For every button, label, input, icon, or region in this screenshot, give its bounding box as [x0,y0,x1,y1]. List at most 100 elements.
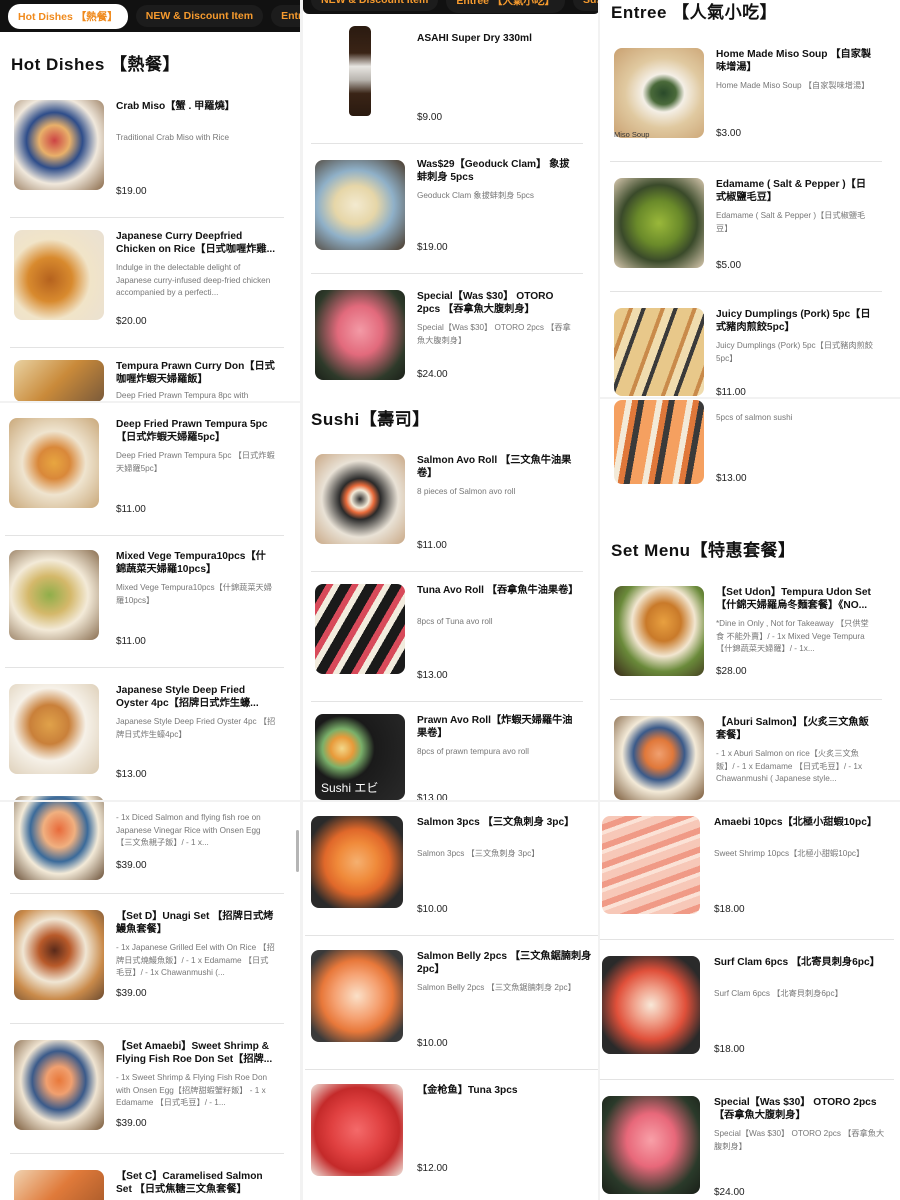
item-name: Special【Was $30】 OTORO 2pcs 【吞拿魚大腹刺身】 [714,1097,877,1121]
item-name: 【Set Udon】Tempura Udon Set【什錦天婦羅烏冬麵套餐】《N… [716,587,871,611]
food-image [14,1040,104,1130]
item-price: $11.00 [116,636,146,647]
item-price: $9.00 [417,112,443,123]
item-description: Deep Fried Prawn Tempura 5pc 【日式炸蝦天婦羅5pc… [116,451,275,473]
item-description: Home Made Miso Soup 【自家製味增湯】 [716,81,870,90]
item-description: Traditional Crab Miso with Rice [116,133,229,142]
menu-card[interactable]: Surf Clam 6pcs 【北寄貝刺身6pc】 Surf Clam 6pcs… [600,942,894,1080]
menu-card[interactable]: 【Set D】Unagi Set 【招牌日式烤鰻魚套餐】 - 1x Japane… [10,896,284,1024]
food-image [614,178,704,268]
item-name: Crab Miso【蟹 . 甲羅燒】 [116,101,235,112]
menu-card[interactable]: 【金枪鱼】Tuna 3pcs $12.00 [305,1070,600,1200]
menu-card[interactable]: Prawn Avo Roll【炸蝦天婦羅牛油果卷】 8pcs of prawn … [311,700,583,804]
menu-card[interactable]: Miso Soup Home Made Miso Soup 【自家製味增湯】 H… [610,34,882,162]
menu-card[interactable]: Crab Miso【蟹 . 甲羅燒】 Traditional Crab Miso… [10,86,284,218]
item-name: Salmon Belly 2pcs 【三文魚鋸腩刺身 2pc】 [417,951,592,975]
item-price: $10.00 [417,1038,448,1049]
item-price: $19.00 [417,242,448,253]
food-image [614,586,704,676]
section-title-sushi: Sushi【壽司】 [311,410,430,429]
right-panel: Entree 【人氣小吃】 Miso Soup Home Made Miso S… [600,0,900,1200]
tab-new-discount[interactable]: NEW & Discount Item [135,5,264,27]
item-price: $13.00 [116,769,147,780]
menu-card[interactable]: Edamame ( Salt & Pepper )【日式椒鹽毛豆】 Edamam… [610,164,882,292]
item-description: 8 pieces of Salmon avo roll [417,487,516,496]
food-image [602,1096,700,1194]
food-image [602,956,700,1054]
section-title-entree: Entree 【人氣小吃】 [611,3,778,22]
scrollbar-thumb[interactable] [296,830,299,872]
item-name: Japanese Style Deep Fried Oyster 4pc【招牌日… [116,685,259,709]
item-price: $11.00 [417,540,447,551]
tab-entree[interactable]: Entree 【人氣小吃】 [446,0,565,13]
food-image [614,400,704,484]
item-name: Deep Fried Prawn Tempura 5pc【日式炸蝦天婦羅5pc】 [116,419,268,443]
item-price: $28.00 [716,666,747,677]
item-description: 8pcs of prawn tempura avo roll [417,747,529,756]
food-image [9,418,99,508]
item-description: - 1x Japanese Grilled Eel with On Rice 【… [116,943,275,977]
menu-card[interactable]: - 1x Diced Salmon and flying fish roe on… [10,788,284,894]
menu-card[interactable]: Tuna Avo Roll 【吞拿魚牛油果卷】 8pcs of Tuna avo… [311,570,583,702]
menu-card[interactable]: 【Set Udon】Tempura Udon Set【什錦天婦羅烏冬麵套餐】《N… [610,572,882,700]
menu-card[interactable]: Japanese Style Deep Fried Oyster 4pc【招牌日… [5,670,284,800]
item-price: $11.00 [116,504,146,515]
tab-entree[interactable]: Entree [271,5,300,27]
item-name: Special【Was $30】 OTORO 2pcs 【吞拿魚大腹刺身】 [417,291,554,315]
menu-card[interactable]: Mixed Vege Tempura10pcs【什錦蔬菜天婦羅10pcs】 Mi… [5,536,284,668]
item-description: Juicy Dumplings (Pork) 5pc【日式豬肉煎餃5pc】 [716,341,873,363]
item-name: Was$29【Geoduck Clam】 象拔蚌刺身 5pcs [417,159,570,183]
item-price: $39.00 [116,1118,147,1129]
menu-card[interactable]: Japanese Curry Deepfried Chicken on Rice… [10,216,284,348]
food-image [602,816,700,914]
item-name: Tempura Prawn Curry Don【日式咖喱炸蝦天婦羅飯】 [116,361,275,385]
food-image [315,454,405,544]
item-price: $13.00 [417,670,448,681]
food-image [14,1170,104,1200]
menu-card[interactable]: Deep Fried Prawn Tempura 5pc【日式炸蝦天婦羅5pc】… [5,404,284,536]
menu-card[interactable]: 【Set Amaebi】Sweet Shrimp & Flying Fish R… [10,1026,284,1154]
category-tabbar: Hot Dishes 【熱餐】 NEW & Discount Item Entr… [0,0,300,32]
item-description: Japanese Style Deep Fried Oyster 4pc 【招牌… [116,717,276,739]
panel-seam [600,397,900,399]
panel-divider [300,0,303,1200]
item-price: $24.00 [714,1187,745,1198]
item-name: Surf Clam 6pcs 【北寄貝刺身6pc】 [714,957,880,968]
menu-card[interactable]: Was$29【Geoduck Clam】 象拔蚌刺身 5pcs Geoduck … [311,144,583,274]
food-image [614,308,704,396]
menu-card[interactable]: 【Aburi Salmon】【火炙三文魚飯套餐】 - 1 x Aburi Sal… [610,702,882,800]
item-price: $19.00 [116,186,147,197]
item-name: Amaebi 10pcs【北極小甜蝦10pc】 [714,817,878,828]
menu-card[interactable]: 5pcs of salmon sushi $13.00 [610,398,882,494]
menu-card[interactable]: Salmon Belly 2pcs 【三文魚鋸腩刺身 2pc】 Salmon B… [305,936,600,1070]
item-price: $18.00 [714,904,745,915]
menu-card[interactable]: 【Set C】Caramelised Salmon Set 【日式焦糖三文魚套餐… [10,1156,284,1200]
menu-card[interactable]: Special【Was $30】 OTORO 2pcs 【吞拿魚大腹刺身】 Sp… [311,276,583,396]
item-name: Japanese Curry Deepfried Chicken on Rice… [116,231,276,255]
item-price: $18.00 [714,1044,745,1055]
item-description: *Dine in Only , Not for Takeaway 【只供堂食 不… [716,619,869,653]
menu-card[interactable]: Salmon 3pcs 【三文魚刺身 3pc】 Salmon 3pcs 【三文魚… [305,802,600,936]
food-image [315,26,405,116]
item-description: - 1x Diced Salmon and flying fish roe on… [116,813,261,847]
item-name: Home Made Miso Soup 【自家製味增湯】 [716,49,872,73]
tab-new-discount[interactable]: NEW & Discount Item [311,0,439,11]
menu-card[interactable]: Tempura Prawn Curry Don【日式咖喱炸蝦天婦羅飯】 Deep… [10,346,284,402]
menu-card[interactable]: Juicy Dumplings (Pork) 5pc【日式豬肉煎餃5pc】 Ju… [610,294,882,398]
food-image [9,550,99,640]
item-name: 【Set C】Caramelised Salmon Set 【日式焦糖三文魚套餐… [116,1171,263,1195]
item-description: Edamame ( Salt & Pepper )【日式椒鹽毛豆】 [716,211,866,233]
menu-card[interactable]: ASAHI Super Dry 330ml $9.00 [311,18,583,144]
item-name: ASAHI Super Dry 330ml [417,33,532,44]
menu-card[interactable]: Amaebi 10pcs【北極小甜蝦10pc】 Sweet Shrimp 10p… [600,802,894,940]
item-name: 【Aburi Salmon】【火炙三文魚飯套餐】 [716,717,869,741]
menu-card[interactable]: Salmon Avo Roll 【三文魚牛油果卷】 8 pieces of Sa… [311,440,583,572]
tab-sushi[interactable]: Sushi [572,0,600,11]
tab-hot-dishes[interactable]: Hot Dishes 【熱餐】 [8,3,128,29]
item-description: Geoduck Clam 象拔蚌刺身 5pcs [417,191,534,200]
item-description: 8pcs of Tuna avo roll [417,617,493,626]
menu-card[interactable]: Special【Was $30】 OTORO 2pcs 【吞拿魚大腹刺身】 Sp… [600,1082,894,1200]
item-name: 【Set Amaebi】Sweet Shrimp & Flying Fish R… [116,1041,273,1065]
item-name: Mixed Vege Tempura10pcs【什錦蔬菜天婦羅10pcs】 [116,551,266,575]
food-image [614,716,704,800]
